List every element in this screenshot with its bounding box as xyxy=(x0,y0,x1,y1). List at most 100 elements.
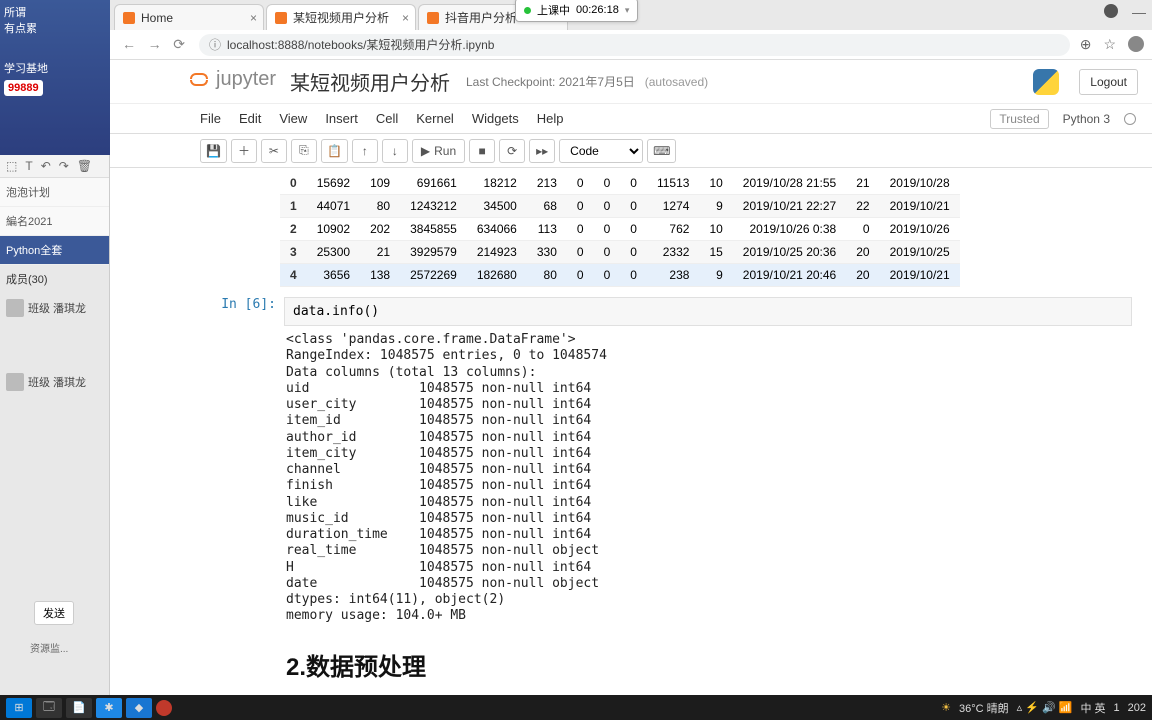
trusted-badge[interactable]: Trusted xyxy=(990,109,1048,129)
cell-value: 22 xyxy=(846,195,879,218)
cell-value: 0 xyxy=(594,172,621,195)
move-up-button[interactable]: ↑ xyxy=(352,139,378,163)
chevron-down-icon[interactable]: ▾ xyxy=(625,5,630,16)
tab-home[interactable]: Home × xyxy=(114,4,264,30)
tab-notebook-analysis[interactable]: 某短视频用户分析 × xyxy=(266,4,416,30)
record-button[interactable] xyxy=(156,700,172,716)
cell-value: 0 xyxy=(594,264,621,287)
cell-value: 1243212 xyxy=(400,195,467,218)
cell-type-select[interactable]: Code xyxy=(559,139,643,163)
system-tray[interactable]: ☀ 36°C 晴朗 ▵ ⚡ 🔊 📶 中 英 1 202 xyxy=(941,700,1146,716)
send-button[interactable]: 发送 xyxy=(34,601,74,625)
tool-redo-icon[interactable]: ↷ xyxy=(59,159,69,173)
cell-value: 3656 xyxy=(307,264,360,287)
code-text: data.info() xyxy=(293,304,379,319)
menu-widgets[interactable]: Widgets xyxy=(472,111,519,126)
move-down-button[interactable]: ↓ xyxy=(382,139,408,163)
taskbar-app[interactable]: ✱ xyxy=(96,698,122,718)
cell-value: 762 xyxy=(647,218,699,241)
contact-item[interactable]: 班级 潘琪龙 xyxy=(0,367,109,397)
back-button[interactable]: ← xyxy=(118,36,140,52)
cut-button[interactable]: ✂ xyxy=(261,139,287,163)
forward-button[interactable]: → xyxy=(144,36,166,52)
stop-button[interactable]: ■ xyxy=(469,139,495,163)
left-section[interactable]: 編名2021 xyxy=(0,207,109,236)
tool-pointer-icon[interactable]: ⬚ xyxy=(6,159,17,173)
restart-button[interactable]: ⟳ xyxy=(499,139,525,163)
notebook-title[interactable]: 某短视频用户分析 xyxy=(290,67,450,96)
cell-value: 2019/10/25 20:36 xyxy=(733,241,846,264)
cell-value: 0 xyxy=(594,218,621,241)
cell-value: 2332 xyxy=(647,241,699,264)
jupyter-header: jupyter 某短视频用户分析 Last Checkpoint: 2021年7… xyxy=(110,60,1152,104)
minimize-button[interactable]: — xyxy=(1132,4,1146,20)
left-section[interactable]: 泡泡计划 xyxy=(0,178,109,207)
dataframe-output: 0156921096916611821221300011513102019/10… xyxy=(280,172,960,287)
menu-file[interactable]: File xyxy=(200,111,221,126)
menu-insert[interactable]: Insert xyxy=(325,111,358,126)
clock[interactable]: 1 xyxy=(1114,702,1120,714)
tab-label: 某短视频用户分析 xyxy=(293,9,389,26)
reload-button[interactable]: ⟳ xyxy=(169,36,189,52)
cell-value: 21 xyxy=(846,172,879,195)
cell-value: 10902 xyxy=(307,218,360,241)
left-section-active[interactable]: Python全套 xyxy=(0,236,109,265)
add-cell-button[interactable]: ＋ xyxy=(231,139,257,163)
cell-value: 3845855 xyxy=(400,218,467,241)
ime-indicator[interactable]: 中 英 xyxy=(1080,700,1105,716)
incognito-icon[interactable] xyxy=(1104,4,1118,18)
code-cell-6[interactable]: In [6]: data.info() xyxy=(220,297,1152,326)
tool-trash-icon[interactable]: 🗑 xyxy=(77,159,92,173)
row-index: 4 xyxy=(280,264,307,287)
table-row: 3253002139295792149233300002332152019/10… xyxy=(280,241,960,264)
jupyter-logo[interactable]: jupyter xyxy=(190,68,276,91)
resource-monitor[interactable]: 资源监... xyxy=(30,640,68,655)
taskbar-app[interactable]: 📄 xyxy=(66,698,92,718)
jupyter-favicon-icon xyxy=(427,12,439,24)
menu-help[interactable]: Help xyxy=(537,111,564,126)
site-info-icon[interactable]: ⓘ xyxy=(209,36,221,53)
taskbar-app[interactable]: ◆ xyxy=(126,698,152,718)
restart-run-button[interactable]: ▸▸ xyxy=(529,139,555,163)
cell-value: 0 xyxy=(620,195,647,218)
tray-icons[interactable]: ▵ ⚡ 🔊 📶 xyxy=(1017,701,1073,714)
tool-text-icon[interactable]: T xyxy=(25,159,32,173)
ad-line: 学习基地 xyxy=(4,60,106,76)
weather-text[interactable]: 36°C 晴朗 xyxy=(959,700,1009,716)
close-icon[interactable]: × xyxy=(402,11,409,25)
run-button[interactable]: ▶ Run xyxy=(412,139,465,163)
bookmark-icon[interactable]: ☆ xyxy=(1103,36,1116,53)
url-field[interactable]: ⓘ localhost:8888/notebooks/某短视频用户分析.ipyn… xyxy=(199,34,1070,56)
row-index: 2 xyxy=(280,218,307,241)
menu-kernel[interactable]: Kernel xyxy=(416,111,454,126)
left-ad-banner: 所谓 有点累 学习基地 99889 xyxy=(0,0,110,155)
cell-value: 182680 xyxy=(467,264,527,287)
cell-value: 0 xyxy=(567,172,594,195)
contact-item[interactable]: 班级 潘琪龙 xyxy=(0,293,109,323)
cell-value: 34500 xyxy=(467,195,527,218)
heading-2[interactable]: 2.数据预处理 xyxy=(286,647,1152,682)
tool-undo-icon[interactable]: ↶ xyxy=(41,159,51,173)
class-status-pill[interactable]: 上课中 00:26:18 ▾ xyxy=(515,0,638,22)
start-button[interactable]: ⊞ xyxy=(6,698,32,718)
code-input[interactable]: data.info() xyxy=(284,297,1132,326)
close-icon[interactable]: × xyxy=(250,11,257,25)
zoom-icon[interactable]: ⊕ xyxy=(1080,36,1092,53)
paste-button[interactable]: 📋 xyxy=(321,139,348,163)
cell-value: 80 xyxy=(527,264,567,287)
menu-view[interactable]: View xyxy=(279,111,307,126)
taskbar-app[interactable]: 🗔 xyxy=(36,698,62,718)
save-button[interactable]: 💾 xyxy=(200,139,227,163)
logout-button[interactable]: Logout xyxy=(1079,69,1138,95)
menu-edit[interactable]: Edit xyxy=(239,111,261,126)
profile-icon[interactable] xyxy=(1128,36,1144,52)
date[interactable]: 202 xyxy=(1128,702,1146,714)
kernel-status-icon xyxy=(1124,113,1136,125)
members-count[interactable]: 成员(30) xyxy=(0,265,109,293)
notebook-area[interactable]: 0156921096916611821221300011513102019/10… xyxy=(110,168,1152,695)
command-palette-button[interactable]: ⌨ xyxy=(647,139,676,163)
kernel-name[interactable]: Python 3 xyxy=(1063,112,1110,126)
row-index: 3 xyxy=(280,241,307,264)
menu-cell[interactable]: Cell xyxy=(376,111,398,126)
copy-button[interactable]: ⎘ xyxy=(291,139,317,163)
